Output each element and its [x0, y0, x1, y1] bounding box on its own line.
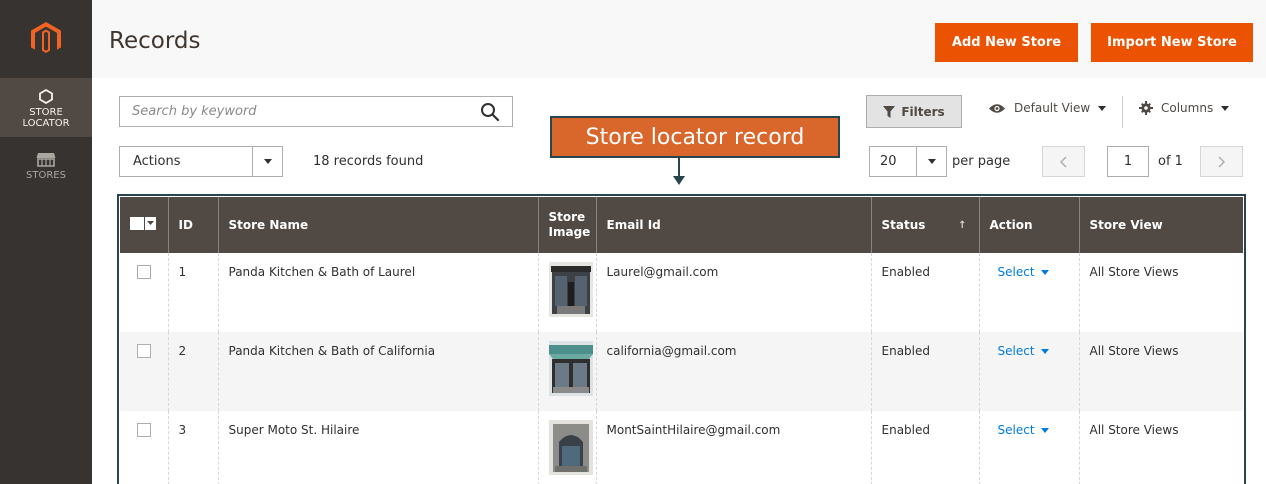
- annotation-arrow-head: [673, 176, 685, 185]
- table-row: 2 Panda Kitchen & Bath of California cal…: [120, 332, 1243, 411]
- row-checkbox[interactable]: [137, 265, 151, 279]
- cell-status: Enabled: [870, 332, 979, 411]
- cell-action: Select: [978, 332, 1079, 411]
- filters-button[interactable]: Filters: [866, 95, 962, 128]
- cell-status: Enabled: [870, 253, 979, 332]
- per-page-value: 20: [880, 154, 897, 169]
- sidebar-item-store-locator[interactable]: STORE LOCATOR: [0, 78, 92, 137]
- cell-store-name: Panda Kitchen & Bath of California: [217, 332, 538, 411]
- column-header-action[interactable]: Action: [978, 197, 1079, 253]
- chevron-left-icon: [1060, 156, 1067, 167]
- add-new-store-button[interactable]: Add New Store: [935, 23, 1078, 62]
- row-action-label: Select: [997, 265, 1035, 279]
- cell-status: Enabled: [870, 411, 979, 484]
- cell-store-name: Super Moto St. Hilaire: [217, 411, 538, 484]
- caret-down-icon: [916, 147, 946, 176]
- columns-dropdown[interactable]: Columns: [1139, 101, 1230, 115]
- grid-header-row: ID Store Name Store Image Email Id Statu…: [120, 197, 1243, 253]
- search-input[interactable]: [120, 97, 460, 126]
- funnel-icon: [883, 105, 896, 118]
- column-header-status[interactable]: Status ↑: [870, 197, 979, 253]
- store-image-thumbnail[interactable]: [548, 262, 593, 317]
- default-view-label: Default View: [1014, 101, 1091, 115]
- column-header-store-image[interactable]: Store Image: [537, 197, 596, 253]
- annotation-callout: Store locator record: [550, 116, 840, 158]
- row-action-label: Select: [997, 344, 1035, 358]
- caret-down-icon: [1040, 427, 1049, 433]
- per-page-label: per page: [952, 154, 1011, 169]
- row-action-select[interactable]: Select: [990, 265, 1049, 279]
- row-action-select[interactable]: Select: [990, 423, 1049, 437]
- current-page-input[interactable]: [1107, 146, 1149, 177]
- toolbar-divider: [1122, 96, 1123, 128]
- cell-id: 3: [167, 411, 218, 484]
- filters-label: Filters: [901, 104, 945, 119]
- cell-store-view: All Store Views: [1078, 332, 1243, 411]
- total-pages-label: of 1: [1158, 154, 1183, 169]
- search-box: [119, 96, 513, 127]
- cell-action: Select: [978, 253, 1079, 332]
- column-header-store-name[interactable]: Store Name: [217, 197, 538, 253]
- mass-actions-label: Actions: [133, 154, 181, 169]
- per-page-select[interactable]: 20: [869, 146, 947, 177]
- row-action-select[interactable]: Select: [990, 344, 1049, 358]
- cell-store-image: [537, 332, 596, 411]
- cell-email: MontSaintHilaire@gmail.com: [595, 411, 871, 484]
- store-image-thumbnail[interactable]: [548, 420, 593, 475]
- cell-store-image: [537, 411, 596, 484]
- hexagon-icon: [39, 89, 53, 104]
- store-records-grid: ID Store Name Store Image Email Id Statu…: [120, 197, 1243, 484]
- mass-select-header[interactable]: [120, 197, 168, 253]
- caret-down-icon: [1098, 105, 1107, 111]
- row-action-label: Select: [997, 423, 1035, 437]
- column-header-email[interactable]: Email Id: [595, 197, 871, 253]
- cell-id: 1: [167, 253, 218, 332]
- table-row: 3 Super Moto St. Hilaire MontSaintHilair…: [120, 411, 1243, 484]
- caret-down-icon: [1221, 105, 1230, 111]
- mass-select-checkbox[interactable]: [130, 216, 156, 230]
- gear-icon: [1139, 101, 1153, 115]
- caret-down-icon: [252, 147, 282, 176]
- caret-down-icon: [1040, 348, 1049, 354]
- row-checkbox[interactable]: [137, 344, 151, 358]
- magento-logo-icon: [31, 22, 61, 53]
- cell-id: 2: [167, 332, 218, 411]
- columns-label: Columns: [1161, 101, 1214, 115]
- eye-icon: [989, 103, 1005, 113]
- cell-store-view: All Store Views: [1078, 253, 1243, 332]
- magento-logo[interactable]: [0, 0, 92, 78]
- store-image-thumbnail[interactable]: [548, 341, 593, 396]
- previous-page-button[interactable]: [1042, 146, 1085, 177]
- caret-down-icon: [1040, 269, 1049, 275]
- column-header-id[interactable]: ID: [167, 197, 218, 253]
- caret-down-icon: [144, 216, 156, 230]
- page-title: Records: [109, 28, 201, 54]
- cell-store-image: [537, 253, 596, 332]
- sidebar-item-label: STORES: [26, 170, 66, 181]
- column-header-status-label: Status: [881, 217, 926, 232]
- table-row: 1 Panda Kitchen & Bath of Laurel Laurel@…: [120, 253, 1243, 332]
- import-new-store-button[interactable]: Import New Store: [1091, 23, 1253, 62]
- cell-store-view: All Store Views: [1078, 411, 1243, 484]
- sort-arrow-icon: ↑: [958, 219, 967, 231]
- column-header-store-view[interactable]: Store View: [1078, 197, 1243, 253]
- admin-sidebar: STORE LOCATOR STORES: [0, 0, 92, 484]
- chevron-right-icon: [1218, 156, 1225, 167]
- cell-store-name: Panda Kitchen & Bath of Laurel: [217, 253, 538, 332]
- sidebar-item-label: LOCATOR: [22, 118, 70, 129]
- sidebar-item-label: STORE: [29, 107, 63, 118]
- records-found-count: 18 records found: [313, 154, 424, 169]
- default-view-dropdown[interactable]: Default View: [988, 101, 1107, 115]
- mass-actions-select[interactable]: Actions: [119, 146, 283, 177]
- cell-action: Select: [978, 411, 1079, 484]
- search-icon[interactable]: [480, 102, 500, 122]
- sidebar-item-stores[interactable]: STORES: [0, 152, 92, 192]
- row-checkbox[interactable]: [137, 423, 151, 437]
- page-header: Records Add New Store Import New Store: [92, 0, 1266, 78]
- cell-email: Laurel@gmail.com: [595, 253, 871, 332]
- annotation-arrow: [678, 158, 680, 178]
- store-icon: [36, 153, 56, 167]
- next-page-button[interactable]: [1200, 146, 1243, 177]
- cell-email: california@gmail.com: [595, 332, 871, 411]
